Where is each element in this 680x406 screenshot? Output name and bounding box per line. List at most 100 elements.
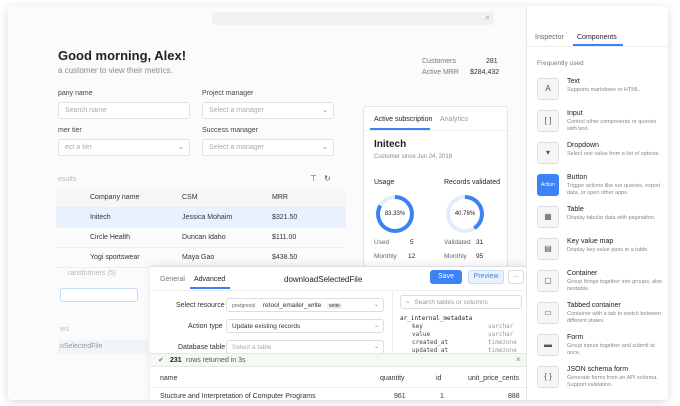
success-manager-select[interactable]: Select a manager ⌄ xyxy=(202,139,334,156)
component-name: Button xyxy=(567,174,588,181)
success-manager-placeholder: Select a manager xyxy=(209,144,264,151)
panel-divider xyxy=(150,290,530,291)
column-header[interactable]: CSM xyxy=(182,194,198,201)
save-button[interactable]: Save xyxy=(430,270,462,284)
result-column-header[interactable]: id xyxy=(436,375,441,382)
cell-csm: Jessica Mohaim xyxy=(182,214,233,221)
component-name: Form xyxy=(567,334,584,341)
component-input[interactable]: [ ] Input Control other components or quer… xyxy=(537,110,667,138)
chevron-down-icon: ⌄ xyxy=(373,344,379,350)
used-value: 5 xyxy=(410,239,414,246)
usage-monthly-label: Monthly xyxy=(374,253,397,260)
component-name: Tabbed container xyxy=(567,302,621,309)
search-icon: ⌕ xyxy=(406,299,410,306)
schema-column: value xyxy=(412,331,431,338)
stat-mrr-value: $284,432 xyxy=(470,69,500,76)
app-window: ⌕ ≡ Good morning, Alex! a customer to vi… xyxy=(8,6,668,400)
tier-placeholder: ect a tier xyxy=(65,144,92,151)
component-desc: Generate forms from an API schema. Suppo… xyxy=(567,375,658,388)
result-column-header[interactable]: unit_price_cents xyxy=(468,375,519,382)
stat-customers-label: Customers xyxy=(422,58,456,65)
component-desc: Container with a tab to switch between d… xyxy=(567,311,662,324)
stat-mrr-label: Active MRR xyxy=(422,69,459,76)
component-table[interactable]: ▦ Table Display tabular data with paginati… xyxy=(537,206,667,234)
query-name[interactable]: downloadSelectedFile xyxy=(284,275,362,284)
component-key-value-map[interactable]: ▤ Key value map Display key value pairs in… xyxy=(537,238,667,266)
component-name: Input xyxy=(567,110,583,117)
cell-mrr: $111.00 xyxy=(272,234,297,241)
used-label: Used xyxy=(374,239,390,246)
selected-query-item[interactable]: nSelectedFile xyxy=(58,340,148,354)
project-manager-placeholder: Select a manager xyxy=(209,107,264,114)
database-table-label: Database table xyxy=(178,344,226,351)
cell-company: Initech xyxy=(90,214,111,221)
result-column-header[interactable]: name xyxy=(160,375,178,382)
inspector-panel: Inspector Components Frequently used A Te… xyxy=(526,6,668,400)
active-tab-indicator xyxy=(190,287,230,289)
component-desc: Display tabular data with pagination. xyxy=(567,215,656,221)
company-name-label: pany name xyxy=(58,90,93,97)
tab-advanced[interactable]: Advanced xyxy=(194,276,225,283)
resource-badge: write xyxy=(327,303,342,309)
cell-csm: Maya Gao xyxy=(182,254,215,261)
component-button[interactable]: Action Button Trigger actions like run que… xyxy=(537,174,667,202)
schema-divider xyxy=(392,291,393,353)
input-icon: [ ] xyxy=(537,110,559,132)
component-desc: Trigger actions like run queries, export… xyxy=(567,183,661,196)
result-count: 231 xyxy=(170,357,182,364)
table-row[interactable]: Initech Jessica Mohaim $321.50 xyxy=(56,208,346,228)
global-search-input[interactable]: ⌕ xyxy=(212,12,494,25)
component-tabbed-container[interactable]: ▭ Tabbed container Container with a tab to… xyxy=(537,302,667,330)
schema-column-type: varchar xyxy=(488,331,514,338)
table-icon: ▦ xyxy=(537,206,559,228)
tab-analytics[interactable]: Analytics xyxy=(440,116,468,123)
close-icon[interactable]: × xyxy=(516,355,521,364)
component-desc: Control other components or queries with… xyxy=(567,119,657,132)
chevron-down-icon: ⌄ xyxy=(322,107,328,114)
table-row[interactable]: Circle Health Duncan Idaho $111.00 xyxy=(56,228,346,248)
table-row[interactable]: Yogi sportswear Maya Gao $438.50 xyxy=(56,248,346,268)
component-form[interactable]: ▬ Form Group inputs together and submit at… xyxy=(537,334,667,362)
component-name: Table xyxy=(567,206,584,213)
search-icon: ⌕ xyxy=(484,12,490,22)
tab-active-subscription[interactable]: Active subscription xyxy=(374,116,432,123)
tabbed-container-icon: ▭ xyxy=(537,302,559,324)
company-search-input[interactable]: Search name xyxy=(58,102,190,119)
action-type-select[interactable]: Update existing records ⌄ xyxy=(226,319,384,333)
company-search-placeholder: Search name xyxy=(65,107,107,114)
column-header[interactable]: MRR xyxy=(272,194,288,201)
component-name: JSON schema form xyxy=(567,366,629,373)
filter-icon[interactable]: ⊤ xyxy=(310,174,317,183)
tab-inspector[interactable]: Inspector xyxy=(535,34,564,41)
more-options-button[interactable]: ··· xyxy=(508,270,524,284)
database-table-select[interactable]: Select a table ⌄ xyxy=(226,340,384,354)
component-dropdown[interactable]: ▾ Dropdown Select one value from a list of… xyxy=(537,142,667,170)
page-subtitle: a customer to view their metrics. xyxy=(58,66,173,75)
column-header[interactable]: Company name xyxy=(90,194,139,201)
faded-search-input[interactable] xyxy=(60,288,138,302)
subscription-card: Active subscription Analytics Initech Cu… xyxy=(363,106,509,268)
button-icon: Action xyxy=(537,174,559,196)
tab-components[interactable]: Components xyxy=(577,34,617,41)
chevron-down-icon: ⌄ xyxy=(373,323,379,329)
form-icon: ▬ xyxy=(537,334,559,356)
schema-search-input[interactable]: ⌕ Search tables or columns xyxy=(400,295,522,309)
tier-select[interactable]: ect a tier ⌄ xyxy=(58,139,190,156)
component-json-schema-form[interactable]: { } JSON schema form Generate forms from a… xyxy=(537,366,667,394)
project-manager-select[interactable]: Select a manager ⌄ xyxy=(202,102,334,119)
resource-select[interactable]: postgresql retool_emailer_write write ⌄ xyxy=(226,298,384,312)
dropdown-icon: ▾ xyxy=(537,142,559,164)
result-column-header[interactable]: quantity xyxy=(380,375,405,382)
component-text[interactable]: A Text Supports markdown or HTML. xyxy=(537,78,667,106)
schema-table-name[interactable]: ar_internal_metadata xyxy=(400,315,472,322)
customer-tier-label: mer tier xyxy=(58,127,82,134)
cell-company: Circle Health xyxy=(90,234,131,241)
component-container[interactable]: ▢ Container Group things together into gro… xyxy=(537,270,667,298)
component-desc: Supports markdown or HTML. xyxy=(567,87,641,93)
refresh-icon[interactable]: ↻ xyxy=(324,174,331,183)
component-name: Key value map xyxy=(567,238,614,245)
preview-button[interactable]: Preview xyxy=(468,270,504,284)
tab-general[interactable]: General xyxy=(160,276,185,283)
text-icon: A xyxy=(537,78,559,100)
component-desc: Display key value pairs in a table. xyxy=(567,247,649,253)
